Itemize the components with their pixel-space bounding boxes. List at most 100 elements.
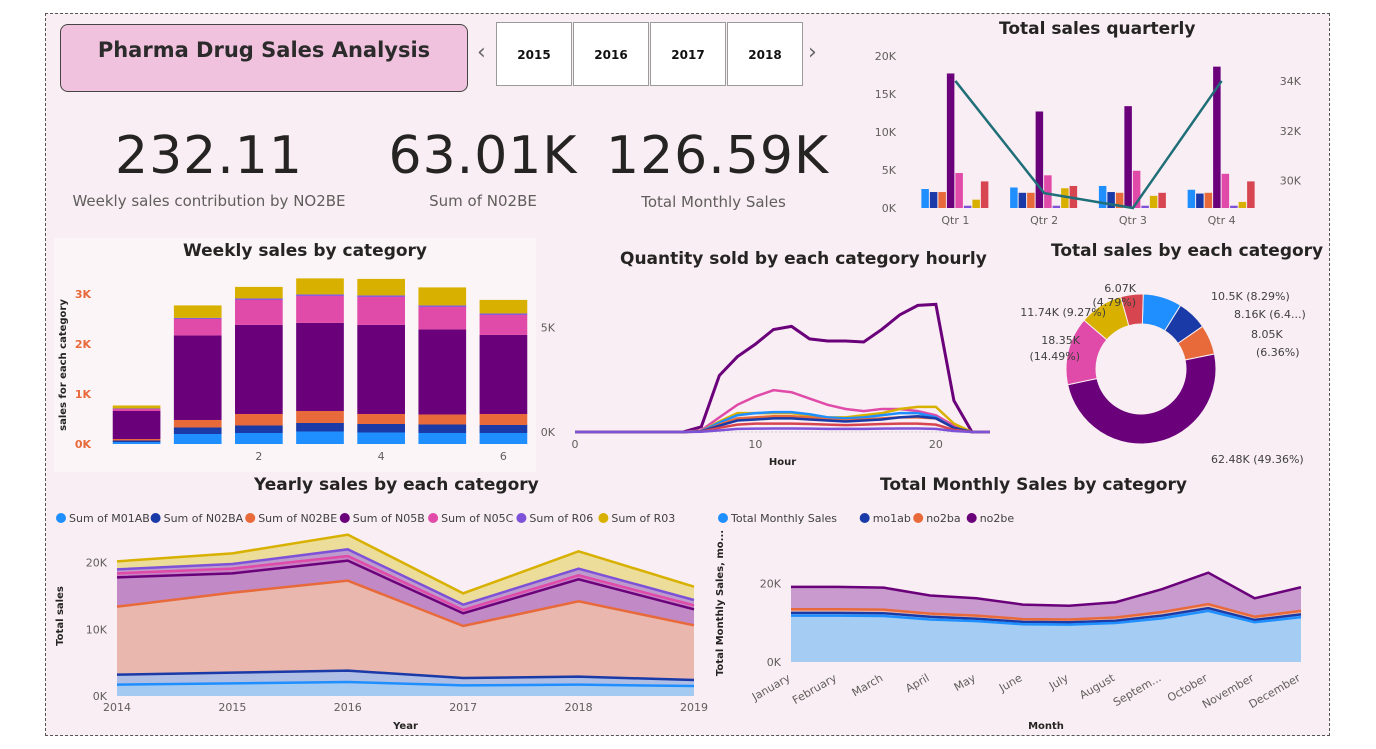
weekly-ytick: 3K bbox=[75, 288, 92, 301]
hourly-chart[interactable]: 5K 0K 0 10 20 Hour bbox=[528, 276, 998, 476]
legend-label: Sum of N05C bbox=[441, 512, 513, 525]
donut-data-label: 8.16K (6.4...) bbox=[1234, 308, 1306, 321]
hourly-xtick: 20 bbox=[929, 438, 943, 451]
weekly-bar-segment bbox=[173, 427, 222, 434]
legend-label: Sum of R03 bbox=[611, 512, 675, 525]
weekly-bar-segment bbox=[173, 305, 222, 318]
slicer-year-2015[interactable]: 2015 bbox=[496, 22, 572, 86]
weekly-bar-segment bbox=[357, 413, 405, 424]
weekly-bar-segment bbox=[296, 410, 344, 423]
weekly-bar-segment bbox=[479, 432, 528, 444]
quarterly-bar bbox=[1141, 205, 1149, 208]
donut-data-label: 62.48K (49.36%) bbox=[1211, 453, 1304, 466]
legend-marker bbox=[913, 513, 924, 523]
weekly-bar-segment bbox=[173, 335, 222, 420]
report-title: Pharma Drug Sales Analysis bbox=[60, 24, 468, 92]
slicer-year-2017[interactable]: 2017 bbox=[650, 22, 726, 86]
quarterly-y2tick: 30K bbox=[1280, 175, 1301, 188]
slicer-prev-icon[interactable]: ‹ bbox=[477, 40, 486, 65]
weekly-bar-segment bbox=[357, 432, 405, 444]
weekly-bar-segment bbox=[235, 286, 283, 299]
weekly-bar-segment bbox=[112, 408, 161, 409]
weekly-chart[interactable]: sales for each category 3K 2K 1K 0K 2 4 6 bbox=[54, 266, 536, 471]
area-xtick: 2015 bbox=[218, 701, 246, 714]
quarterly-bar bbox=[1221, 173, 1230, 208]
area-xtick: June bbox=[996, 671, 1024, 695]
legend-marker bbox=[245, 513, 256, 523]
weekly-bar-segment bbox=[235, 413, 283, 426]
weekly-bar-segment bbox=[112, 438, 161, 441]
legend-label: Sum of N02BE bbox=[258, 512, 337, 525]
area-xtick: January bbox=[749, 671, 793, 704]
quarterly-xtick: Qtr 2 bbox=[1030, 214, 1058, 227]
area-xtick: 2019 bbox=[680, 701, 708, 714]
weekly-bar-segment bbox=[173, 419, 222, 428]
quarterly-bar bbox=[963, 205, 972, 208]
quarterly-bar bbox=[1238, 201, 1247, 208]
weekly-bar-segment bbox=[357, 423, 405, 433]
hourly-ytick: 5K bbox=[541, 321, 556, 334]
hourly-xtick: 0 bbox=[572, 438, 579, 451]
quarterly-bar bbox=[1247, 181, 1255, 208]
area-ytick: 20K bbox=[760, 577, 782, 590]
weekly-bar-segment bbox=[235, 425, 283, 433]
area-ytick: 10K bbox=[86, 623, 108, 636]
donut-data-label: 6.07K bbox=[1104, 282, 1136, 295]
area-ytick: 0K bbox=[767, 656, 782, 669]
donut-data-label: 18.35K bbox=[1041, 334, 1080, 347]
donut-chart[interactable]: 10.5K (8.29%) 8.16K (6.4...) 8.05K (6.36%) 6… bbox=[1001, 266, 1326, 466]
weekly-bar-segment bbox=[112, 405, 161, 409]
donut-data-label: (6.36%) bbox=[1256, 346, 1300, 359]
slicer-year-2018[interactable]: 2018 bbox=[727, 22, 803, 86]
monthly-chart[interactable]: Total Monthly Sales mo1ab no2ba no2be 20K 0K J… bbox=[711, 504, 1321, 734]
legend-label: Sum of N05B bbox=[353, 512, 425, 525]
area-xtick: December bbox=[1247, 671, 1303, 711]
area-xtick: April bbox=[903, 671, 931, 695]
donut-data-label: 8.05K bbox=[1251, 328, 1283, 341]
report-canvas: Pharma Drug Sales Analysis ‹ 2015 2016 2… bbox=[45, 13, 1330, 736]
kpi-sum-n02be-value: 63.01K bbox=[388, 126, 578, 186]
area-xtick: July bbox=[1046, 671, 1071, 693]
quarterly-bar bbox=[955, 173, 963, 208]
quarterly-ytick: 15K bbox=[875, 88, 897, 101]
quarterly-bar bbox=[1027, 192, 1035, 208]
yearly-chart-title: Yearly sales by each category bbox=[254, 475, 539, 495]
quarterly-bar bbox=[1187, 189, 1196, 208]
weekly-bar-segment bbox=[418, 306, 467, 330]
quarterly-ytick: 0K bbox=[882, 202, 897, 215]
weekly-bar-segment bbox=[418, 424, 467, 433]
quarterly-bar bbox=[921, 189, 929, 208]
weekly-bar-segment bbox=[112, 440, 161, 442]
weekly-bar-segment bbox=[296, 422, 344, 432]
quarterly-bar bbox=[946, 73, 955, 208]
legend-label: mo1ab bbox=[873, 512, 911, 525]
weekly-xtick: 2 bbox=[255, 450, 262, 463]
area-xtick: 2016 bbox=[334, 701, 362, 714]
legend-marker bbox=[859, 513, 870, 523]
slicer-year-2016[interactable]: 2016 bbox=[573, 22, 649, 86]
legend-marker bbox=[598, 513, 609, 523]
legend-marker bbox=[150, 513, 161, 523]
quarterly-ytick: 10K bbox=[875, 126, 897, 139]
area-xtick: Septem... bbox=[1111, 671, 1163, 709]
area-xtick: February bbox=[790, 671, 839, 707]
quarterly-bar bbox=[1158, 192, 1166, 208]
weekly-bar-segment bbox=[357, 278, 405, 296]
hourly-xlabel: Hour bbox=[769, 457, 796, 468]
weekly-bar-segment bbox=[479, 424, 528, 433]
quarterly-bar bbox=[1196, 193, 1204, 208]
quarterly-xtick: Qtr 3 bbox=[1119, 214, 1147, 227]
quarterly-bar bbox=[929, 192, 938, 208]
area-xtick: March bbox=[850, 671, 886, 699]
area-xtick: 2017 bbox=[449, 701, 477, 714]
area-ylabel: Total Monthly Sales, mo... bbox=[715, 530, 726, 676]
quarterly-bar bbox=[1098, 185, 1107, 208]
quarterly-bar bbox=[1018, 192, 1027, 208]
quarterly-chart[interactable]: 20K 15K 10K 5K 0K 34K 32K 30K Qtr 1 Qtr 2 Qtr 3 Qtr… bbox=[826, 42, 1301, 232]
weekly-bar-segment bbox=[112, 441, 161, 444]
slicer-next-icon[interactable]: › bbox=[808, 40, 817, 65]
legend-label: Sum of R06 bbox=[529, 512, 593, 525]
weekly-ylabel: sales for each category bbox=[58, 299, 69, 431]
yearly-chart[interactable]: Sum of M01AB Sum of N02BA Sum of N02BE Sum … bbox=[51, 504, 716, 734]
quarterly-bar bbox=[1010, 187, 1018, 208]
